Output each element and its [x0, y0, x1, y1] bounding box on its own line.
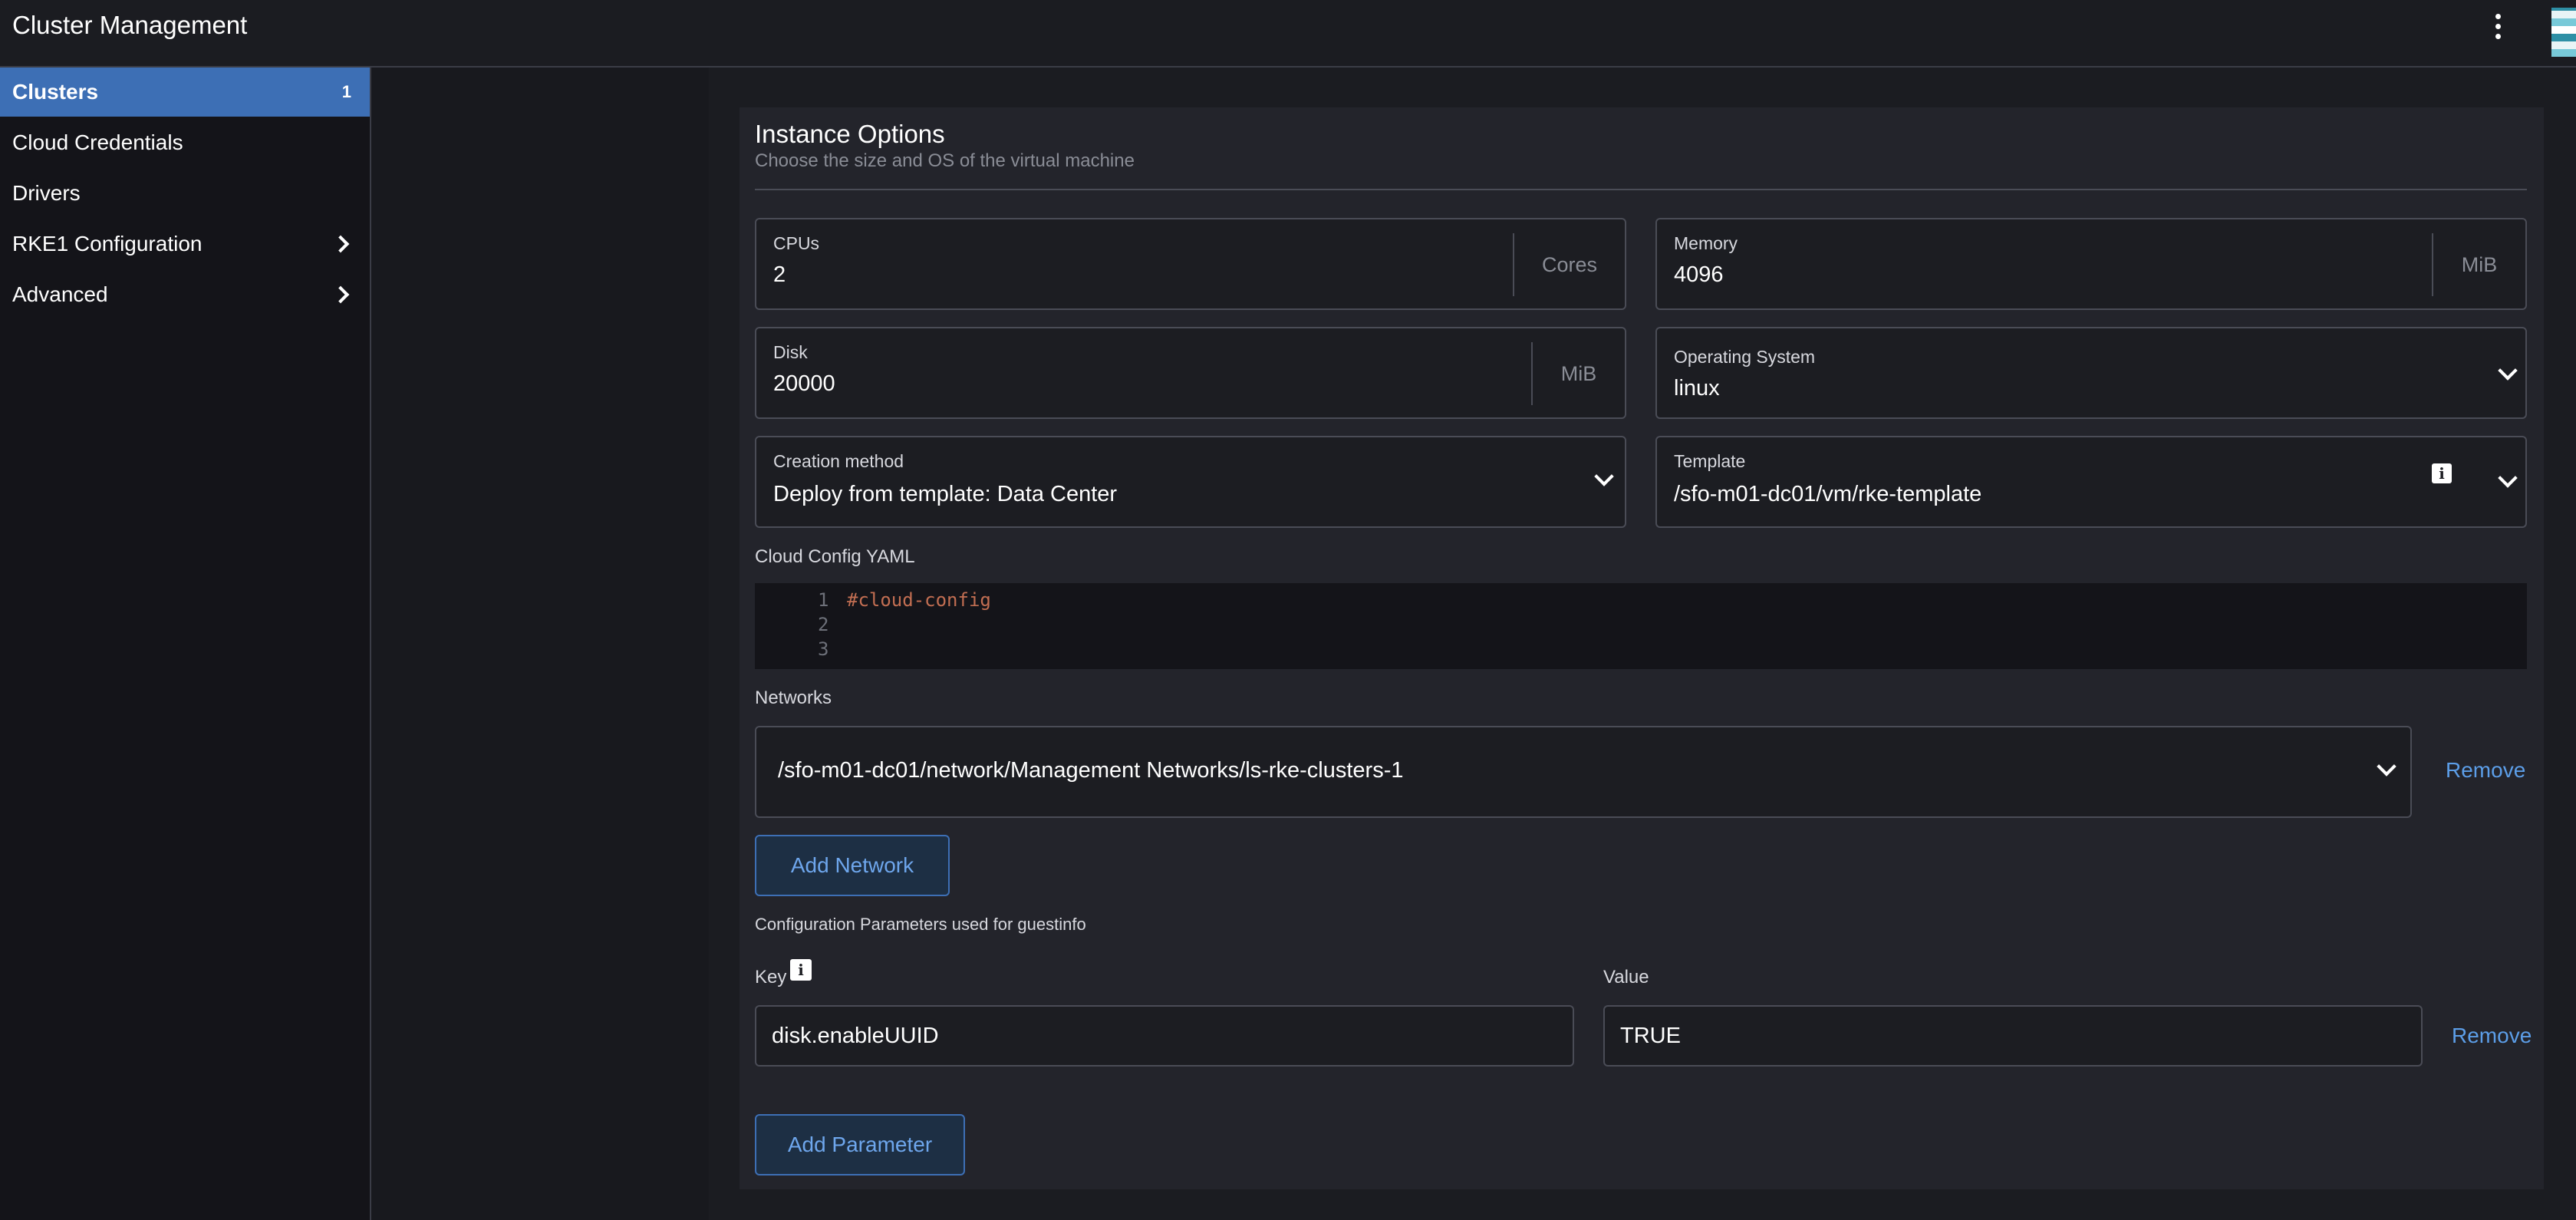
cluster-count-badge: 1 — [341, 82, 351, 101]
sidebar-item-label: Cloud Credentials — [12, 130, 183, 154]
sidebar-item-label: Clusters — [12, 80, 99, 104]
chevron-down-icon — [2498, 361, 2518, 381]
memory-unit: MiB — [2432, 233, 2525, 296]
remove-parameter-link[interactable]: Remove — [2452, 1024, 2532, 1048]
divider — [755, 189, 2527, 190]
template-value: /sfo-m01-dc01/vm/rke-template — [1674, 482, 1982, 506]
content-gutter — [371, 68, 709, 1220]
param-value-value: TRUE — [1620, 1024, 1681, 1048]
instance-options-panel: Instance Options Choose the size and OS … — [740, 107, 2544, 1189]
disk-unit: MiB — [1531, 342, 1625, 405]
sidebar-item-advanced[interactable]: Advanced — [0, 270, 370, 319]
chevron-down-icon — [2498, 468, 2518, 488]
sidebar-item-cloud-credentials[interactable]: Cloud Credentials — [0, 118, 370, 167]
key-label: Key — [755, 967, 787, 988]
os-value: linux — [1674, 376, 1720, 401]
disk-input[interactable]: 20000 — [773, 371, 835, 397]
add-network-button[interactable]: Add Network — [755, 835, 950, 896]
sidebar-item-label: Drivers — [12, 181, 81, 205]
code-line: #cloud-config — [847, 589, 991, 611]
info-icon[interactable]: i — [790, 959, 812, 981]
chevron-down-icon — [1594, 467, 1614, 486]
chevron-right-icon — [331, 235, 350, 253]
disk-field[interactable]: Disk 20000 MiB — [755, 327, 1626, 419]
sidebar-item-drivers[interactable]: Drivers — [0, 169, 370, 218]
network-select[interactable]: /sfo-m01-dc01/network/Management Network… — [755, 726, 2412, 818]
section-title: Instance Options — [755, 120, 945, 148]
cpus-input[interactable]: 2 — [773, 262, 786, 288]
cloud-config-label: Cloud Config YAML — [755, 546, 915, 567]
memory-label: Memory — [1674, 233, 1738, 253]
sidebar-item-label: RKE1 Configuration — [12, 232, 203, 256]
template-label: Template — [1674, 451, 1746, 471]
os-label: Operating System — [1674, 347, 1816, 367]
chevron-down-icon — [2377, 757, 2396, 777]
line-number: 3 — [818, 638, 829, 660]
add-parameter-button[interactable]: Add Parameter — [755, 1114, 965, 1175]
creation-method-label: Creation method — [773, 451, 904, 471]
networks-label: Networks — [755, 687, 832, 708]
param-key-value: disk.enableUUID — [772, 1024, 939, 1048]
cpus-unit: Cores — [1513, 233, 1625, 296]
cloud-config-editor[interactable]: 1 #cloud-config 2 3 — [755, 583, 2527, 669]
network-value: /sfo-m01-dc01/network/Management Network… — [778, 758, 1404, 783]
app-header: Cluster Management — [0, 0, 2576, 68]
cpus-field[interactable]: CPUs 2 Cores — [755, 218, 1626, 310]
value-label: Value — [1603, 967, 1649, 988]
kebab-menu-icon[interactable] — [2489, 9, 2507, 48]
disk-label: Disk — [773, 342, 808, 362]
sidebar-item-rke1-configuration[interactable]: RKE1 Configuration — [0, 219, 370, 269]
memory-field[interactable]: Memory 4096 MiB — [1655, 218, 2527, 310]
params-label: Configuration Parameters used for guesti… — [755, 915, 1086, 934]
avatar[interactable] — [2551, 8, 2576, 57]
remove-network-link[interactable]: Remove — [2446, 758, 2525, 783]
memory-input[interactable]: 4096 — [1674, 262, 1724, 288]
sidebar-item-label: Advanced — [12, 282, 108, 306]
template-select[interactable]: Template /sfo-m01-dc01/vm/rke-template i — [1655, 436, 2527, 528]
sidebar: Clusters 1 Cloud Credentials Drivers RKE… — [0, 68, 371, 1220]
cpus-label: CPUs — [773, 233, 820, 253]
param-key-input[interactable]: disk.enableUUID — [755, 1005, 1574, 1067]
line-number: 2 — [818, 614, 829, 635]
section-subtitle: Choose the size and OS of the virtual ma… — [755, 150, 1135, 171]
app-title: Cluster Management — [12, 11, 248, 39]
param-value-input[interactable]: TRUE — [1603, 1005, 2423, 1067]
creation-method-select[interactable]: Creation method Deploy from template: Da… — [755, 436, 1626, 528]
line-number: 1 — [818, 589, 829, 611]
operating-system-select[interactable]: Operating System linux — [1655, 327, 2527, 419]
sidebar-item-clusters[interactable]: Clusters 1 — [0, 68, 370, 117]
chevron-right-icon — [331, 285, 350, 304]
info-icon[interactable]: i — [2432, 463, 2452, 483]
creation-method-value: Deploy from template: Data Center — [773, 482, 1118, 506]
